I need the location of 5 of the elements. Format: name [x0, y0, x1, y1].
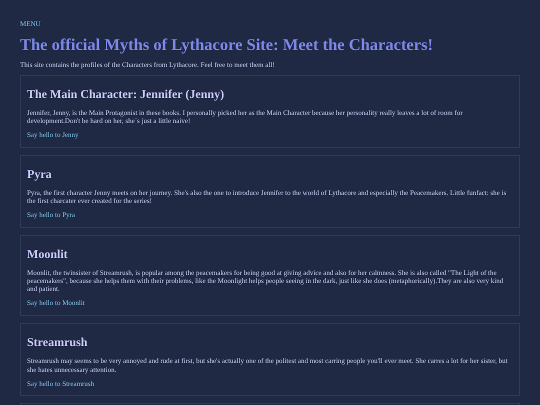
character-name: The Main Character: Jennifer (Jenny) — [27, 86, 226, 102]
page-title: The official Myths of Lythacore Site: Meet the Characters! — [20, 35, 434, 56]
character-name: Moonlit — [27, 246, 69, 262]
character-name: Streamrush — [27, 334, 88, 350]
character-name: Pyra — [27, 166, 53, 182]
